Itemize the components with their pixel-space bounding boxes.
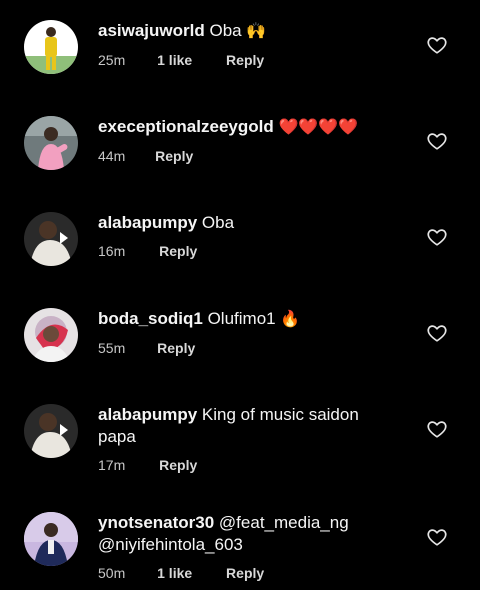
comment-username[interactable]: alabapumpy bbox=[98, 213, 197, 232]
heart-icon[interactable] bbox=[426, 526, 448, 548]
comment-text: ynotsenator30 @feat_media_ng @niyifehint… bbox=[98, 512, 398, 556]
comment-message: Oba bbox=[204, 21, 247, 40]
reply-button[interactable]: Reply bbox=[157, 340, 195, 356]
comment-meta: 16m Reply bbox=[98, 243, 398, 259]
comment-likes-count[interactable]: 1 like bbox=[157, 565, 192, 581]
comment-meta: 50m 1 like Reply bbox=[98, 565, 398, 581]
heart-icon[interactable] bbox=[426, 418, 448, 440]
comment-time: 55m bbox=[98, 340, 126, 356]
comment-meta: 44m Reply bbox=[98, 148, 398, 164]
comment-text: alabapumpy Oba bbox=[98, 212, 398, 234]
avatar[interactable] bbox=[24, 20, 78, 74]
comment-time: 17m bbox=[98, 457, 126, 473]
comment-username[interactable]: execeptionalzeeygold bbox=[98, 117, 274, 136]
comment-meta: 55m Reply bbox=[98, 340, 398, 356]
comment-emoji: ❤️❤️❤️❤️ bbox=[278, 119, 359, 136]
comment-username[interactable]: alabapumpy bbox=[98, 405, 197, 424]
avatar[interactable] bbox=[24, 116, 78, 170]
comment-username[interactable]: boda_sodiq1 bbox=[98, 309, 203, 328]
comment-time: 16m bbox=[98, 243, 126, 259]
comment-meta: 17m Reply bbox=[98, 457, 398, 473]
comment-text: boda_sodiq1 Olufimo1 🔥 bbox=[98, 308, 398, 331]
heart-icon[interactable] bbox=[426, 322, 448, 344]
avatar[interactable] bbox=[24, 404, 78, 458]
reply-button[interactable]: Reply bbox=[159, 243, 197, 259]
comment-emoji: 🔥 bbox=[280, 311, 301, 328]
comment-text: alabapumpy King of music saidon papa bbox=[98, 404, 398, 448]
comment-emoji: 🙌 bbox=[246, 23, 267, 40]
comment-message: Olufimo1 bbox=[202, 309, 281, 328]
comment-message: Oba bbox=[197, 213, 235, 232]
comment-username[interactable]: asiwajuworld bbox=[98, 21, 205, 40]
comment-time: 25m bbox=[98, 52, 126, 68]
comment-text: asiwajuworld Oba 🙌 bbox=[98, 20, 398, 43]
heart-icon[interactable] bbox=[426, 34, 448, 56]
comment-text: execeptionalzeeygold ❤️❤️❤️❤️ bbox=[98, 116, 398, 139]
comment-likes-count[interactable]: 1 like bbox=[157, 52, 192, 68]
comment-time: 50m bbox=[98, 565, 126, 581]
avatar[interactable] bbox=[24, 212, 78, 266]
comment-meta: 25m 1 like Reply bbox=[98, 52, 398, 68]
avatar[interactable] bbox=[24, 512, 78, 566]
reply-button[interactable]: Reply bbox=[226, 52, 264, 68]
avatar[interactable] bbox=[24, 308, 78, 362]
heart-icon[interactable] bbox=[426, 130, 448, 152]
comment-time: 44m bbox=[98, 148, 126, 164]
comment-username[interactable]: ynotsenator30 bbox=[98, 513, 214, 532]
reply-button[interactable]: Reply bbox=[226, 565, 264, 581]
reply-button[interactable]: Reply bbox=[159, 457, 197, 473]
heart-icon[interactable] bbox=[426, 226, 448, 248]
comment-list: asiwajuworld Oba 🙌 25m 1 like Reply exec… bbox=[0, 0, 480, 590]
reply-button[interactable]: Reply bbox=[155, 148, 193, 164]
